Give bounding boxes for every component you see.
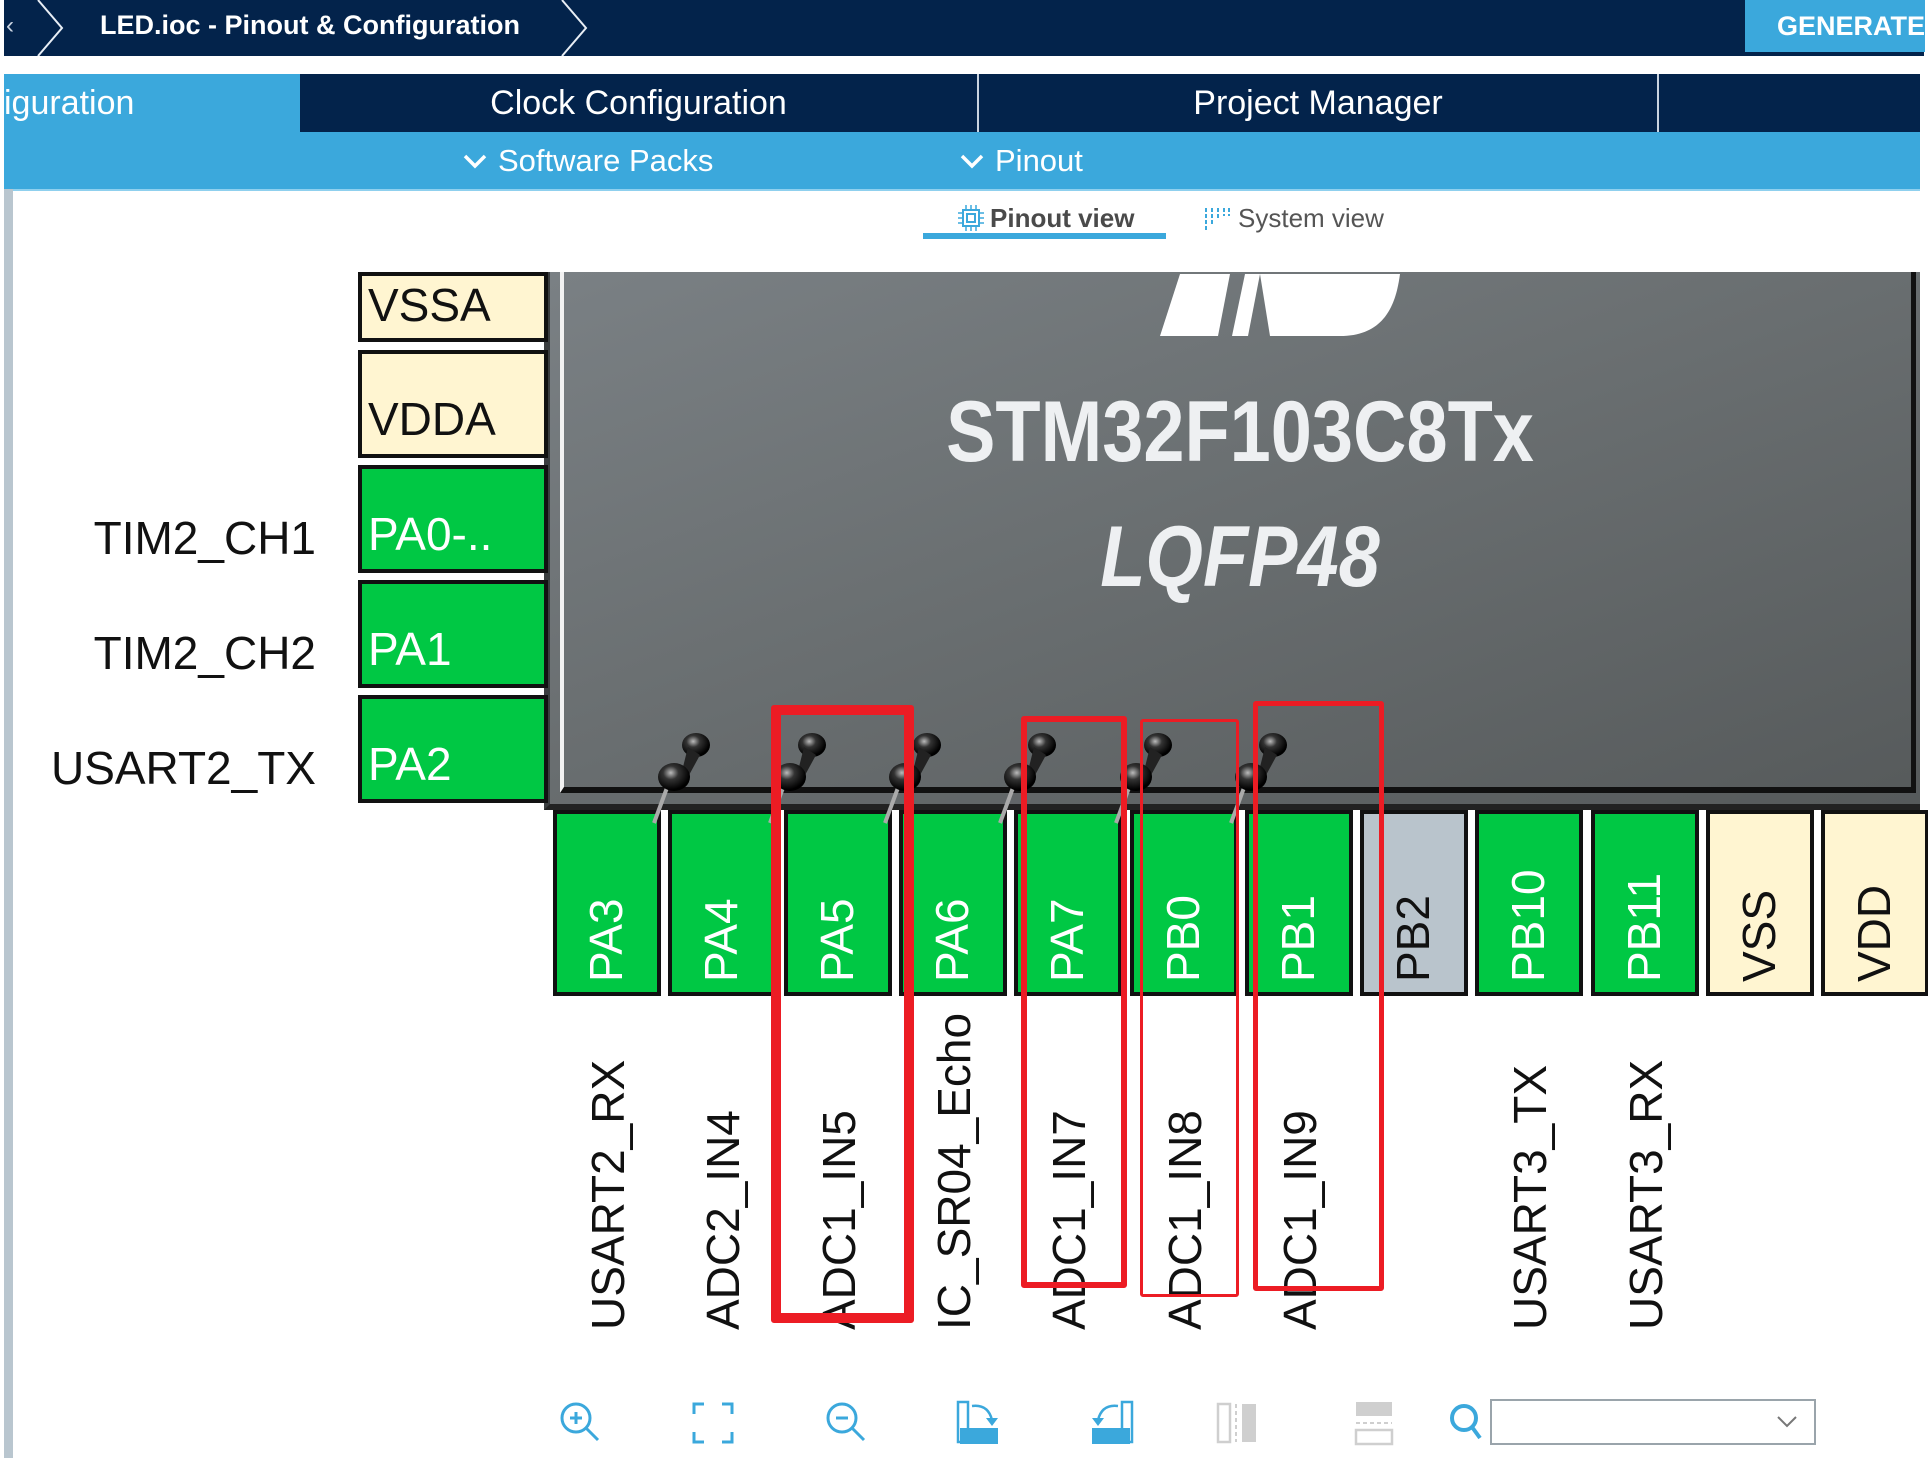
pin-signal-label: TIM2_CH2 (93, 627, 316, 679)
rotate-left-button[interactable] (1086, 1398, 1136, 1448)
tab-clock-configuration[interactable]: Clock Configuration (300, 74, 979, 132)
pin-signal-text: ADC2_IN4 (697, 1110, 749, 1330)
pin-pa3[interactable]: PA3 (553, 810, 661, 996)
tab-label: iguration (4, 84, 135, 122)
st-logo-icon (1160, 274, 1400, 336)
breadcrumb-separator-icon (37, 0, 64, 56)
pin-signal-label: USART2_TX (50, 742, 316, 794)
pin-label: PA2 (368, 738, 452, 790)
pinout-menu[interactable]: Pinout (959, 132, 1083, 189)
system-view-icon (1205, 207, 1230, 230)
fit-to-screen-button[interactable] (688, 1398, 738, 1448)
tab-project-manager[interactable]: Project Manager (979, 74, 1659, 132)
zoom-in-icon (560, 1402, 600, 1442)
pin-label: VSSA (368, 279, 491, 331)
active-tab-indicator (923, 233, 1166, 239)
pin-signal-text: USART2_RX (582, 1059, 634, 1330)
chip-icon (958, 204, 984, 231)
mcu-package: LQFP48 (1100, 509, 1380, 605)
pin-signal-text: USART3_RX (1620, 1059, 1672, 1330)
pin-label: PB10 (1502, 869, 1554, 982)
rotate-right-button[interactable] (954, 1398, 1004, 1448)
search-button[interactable] (1446, 1398, 1486, 1448)
software-packs-menu[interactable]: Software Packs (462, 132, 713, 189)
breadcrumb-separator-icon (561, 0, 588, 56)
pin-signal-label-pb10: USART3_TX (1475, 1040, 1583, 1380)
highlight-box-pa5 (771, 705, 914, 1323)
zoom-in-button[interactable] (556, 1398, 606, 1448)
pin-signal-text: IC_SR04_Echo (928, 1012, 980, 1330)
highlight-box-pb1 (1253, 701, 1384, 1291)
pin-pb10[interactable]: PB10 (1475, 810, 1583, 996)
pin-vss[interactable]: VSS (1706, 810, 1814, 996)
pin-vdda[interactable]: VDDA (358, 350, 548, 458)
tab-pinout-configuration[interactable]: iguration (4, 74, 300, 132)
pin-label: PB11 (1618, 872, 1670, 982)
pin-signal-label-pa3: USART2_RX (553, 1040, 661, 1380)
system-view-label: System view (1238, 203, 1384, 233)
horizontal-split-icon (1354, 1402, 1394, 1446)
pin-vdd[interactable]: VDD (1821, 810, 1928, 996)
pin-label: PA1 (368, 623, 452, 675)
pin-label: VDD (1848, 884, 1900, 982)
pin-pa6[interactable]: PA6 (899, 810, 1007, 996)
highlight-box-pa7 (1021, 716, 1127, 1288)
pin-label: PA4 (695, 898, 747, 982)
mcu-part-number: STM32F103C8Tx (946, 384, 1534, 480)
pin-signal-label-pa4: ADC2_IN4 (668, 1040, 776, 1380)
tab-label: Project Manager (1193, 84, 1443, 122)
breadcrumb-current[interactable]: LED.ioc - Pinout & Configuration (100, 10, 520, 41)
pin-pa2[interactable]: PA2 (358, 695, 548, 803)
tab-tools[interactable] (1659, 74, 1920, 132)
pinout-label: Pinout (995, 143, 1083, 178)
pin-pa4[interactable]: PA4 (668, 810, 776, 996)
zoom-out-icon (826, 1402, 866, 1442)
pinout-view-label: Pinout view (990, 203, 1135, 233)
chevron-down-icon[interactable] (1776, 1415, 1798, 1429)
pushpin-icon (652, 733, 710, 824)
sub-menu-bar: Software Packs Pinout (4, 132, 1920, 191)
previous-breadcrumb[interactable]: ‹ (6, 12, 14, 40)
rotate-clockwise-icon (956, 1400, 998, 1444)
generate-code-button[interactable]: GENERATE CODE (1745, 0, 1925, 52)
tab-label: Clock Configuration (490, 84, 787, 122)
horizontal-split-button[interactable] (1350, 1398, 1400, 1448)
zoom-out-button[interactable] (822, 1398, 872, 1448)
pin-label: PA3 (580, 898, 632, 982)
pin-label: PA0-.. (368, 508, 493, 560)
pin-pa1[interactable]: PA1 (358, 580, 548, 688)
chevron-down-icon (960, 154, 984, 169)
vertical-split-button[interactable] (1214, 1398, 1264, 1448)
chevron-down-icon (463, 154, 487, 169)
software-packs-label: Software Packs (498, 143, 714, 178)
pin-signal-label: TIM2_CH1 (93, 512, 316, 564)
highlight-box-pb0 (1140, 719, 1239, 1297)
main-tabs: iguration Clock Configuration Project Ma… (4, 74, 1920, 132)
pin-label: PB2 (1387, 895, 1439, 982)
tab-pinout-view[interactable]: Pinout view (958, 198, 1134, 238)
search-icon (1450, 1404, 1482, 1440)
pin-label: VDDA (368, 393, 496, 445)
pin-pb11[interactable]: PB11 (1591, 810, 1699, 996)
pin-pa0[interactable]: PA0-.. (358, 465, 548, 573)
rotate-counterclockwise-icon (1092, 1400, 1134, 1444)
pin-search-input[interactable] (1498, 1407, 1762, 1439)
pin-signal-text: USART3_TX (1504, 1064, 1556, 1330)
tab-system-view[interactable]: System view (1204, 198, 1384, 238)
pin-label: PA6 (926, 898, 978, 982)
side-panel-collapse-bar[interactable] (4, 189, 13, 1458)
pin-vssa[interactable]: VSSA (358, 272, 548, 342)
pin-label: VSS (1733, 889, 1785, 982)
pin-signal-label-pa6: IC_SR04_Echo (899, 1013, 1007, 1380)
fit-screen-icon (692, 1402, 734, 1444)
pin-search-combobox[interactable] (1490, 1399, 1816, 1445)
pin-signal-label-pb11: USART3_RX (1591, 1040, 1699, 1380)
vertical-split-icon (1216, 1402, 1256, 1444)
